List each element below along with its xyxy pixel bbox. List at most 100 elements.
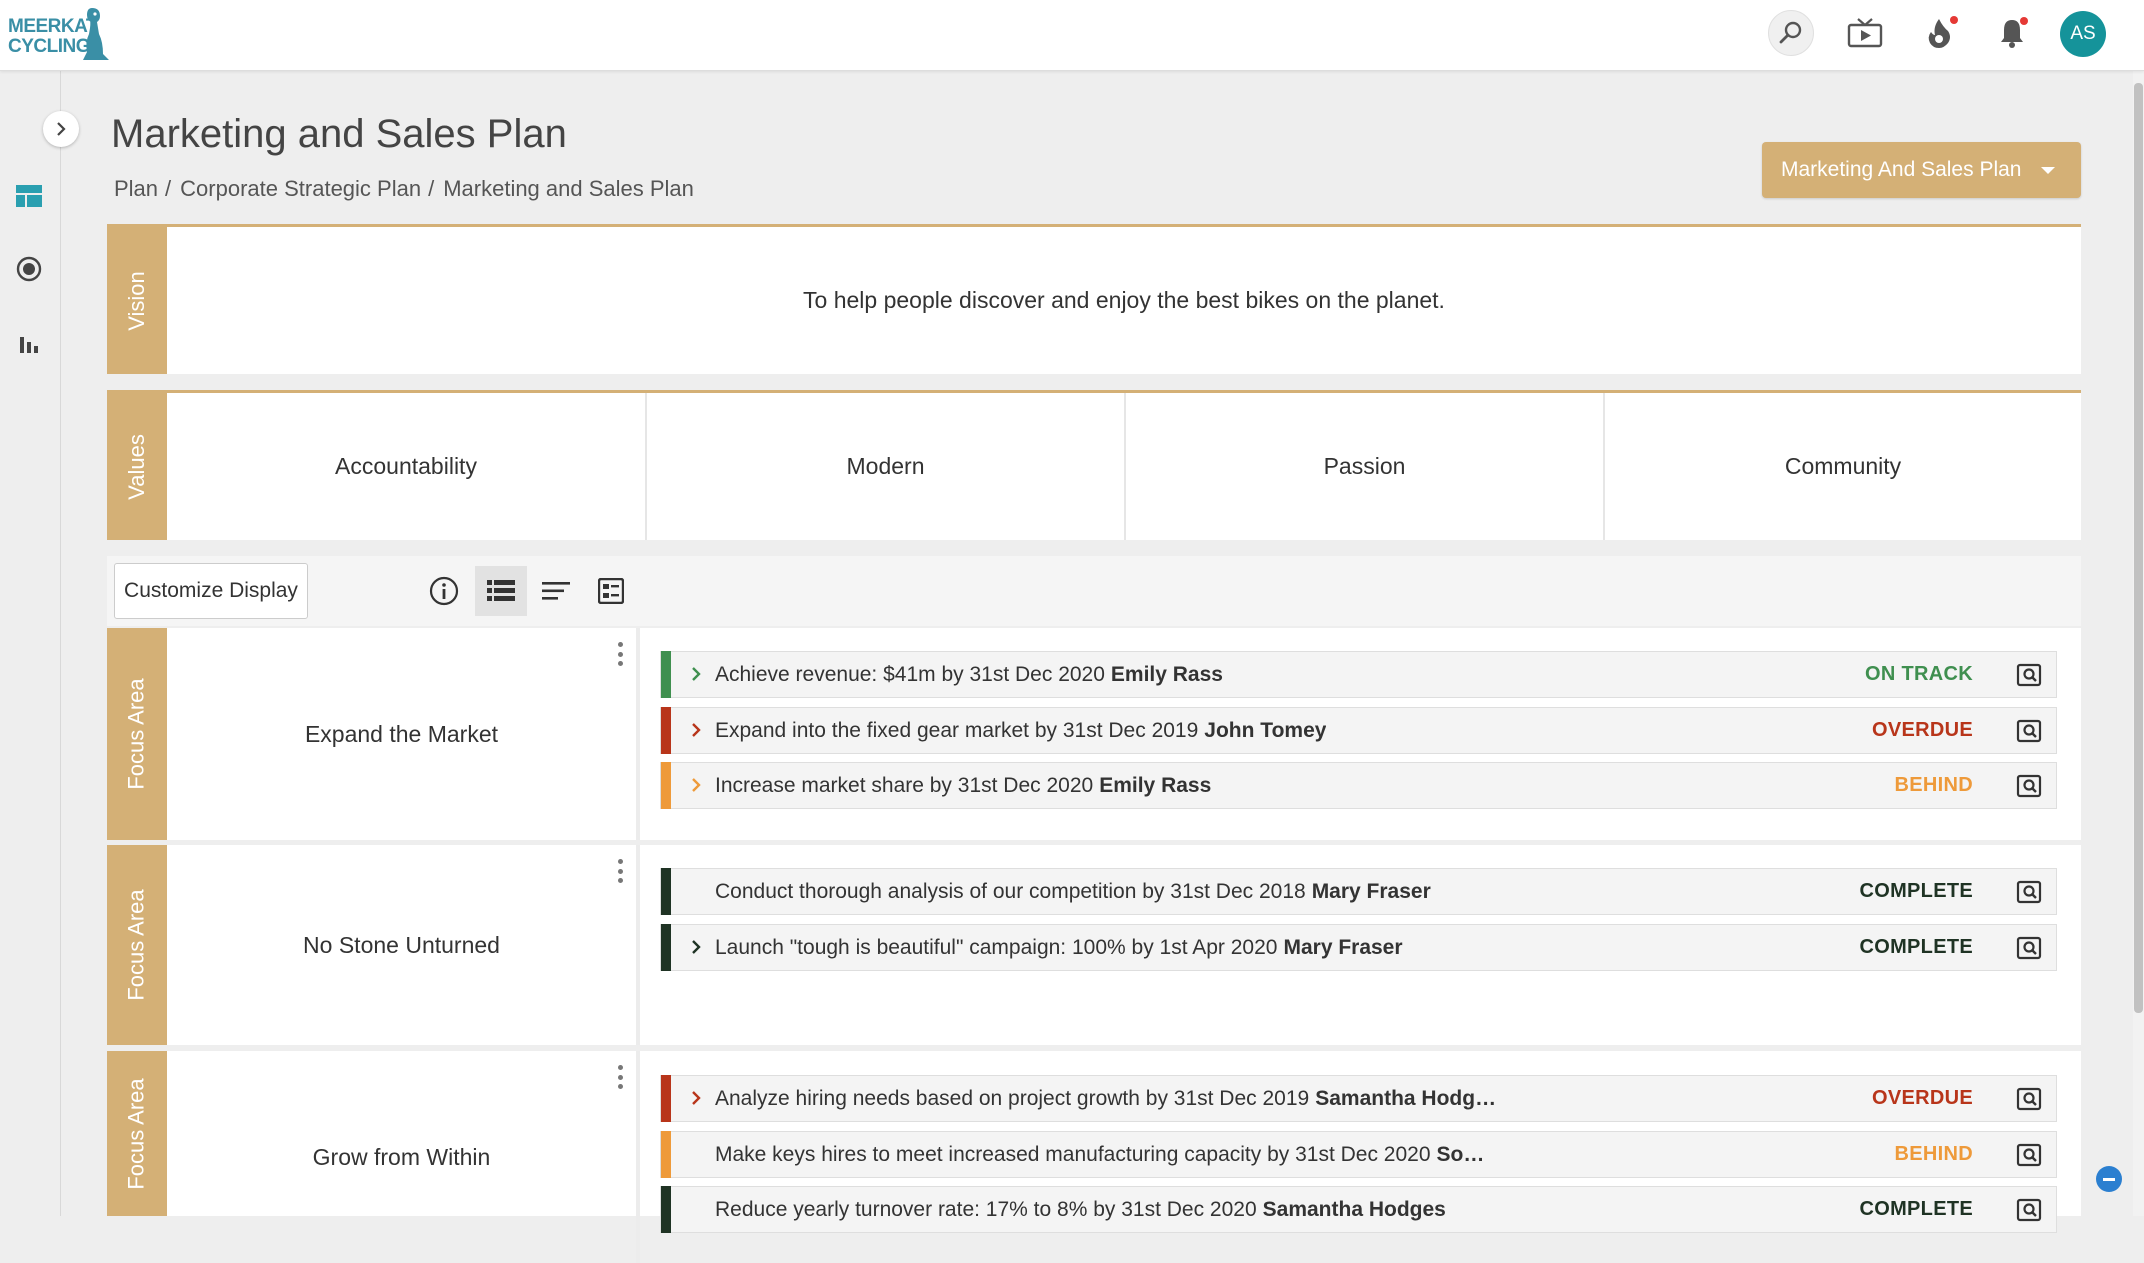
meerkat-icon (83, 8, 109, 60)
view-details-icon[interactable] (2016, 1086, 2042, 1112)
caret-down-icon (2041, 167, 2055, 174)
flame-icon (1928, 19, 1950, 48)
minus-icon (2103, 1177, 2115, 1181)
objective-row[interactable]: Conduct thorough analysis of our competi… (660, 868, 2057, 915)
notification-dot (2020, 17, 2028, 25)
focus-area-name: No Stone Unturned (167, 845, 640, 1045)
status-color-bar (661, 924, 671, 971)
chevron-right-icon[interactable] (688, 722, 704, 738)
objective-row[interactable]: Achieve revenue: $41m by 31st Dec 2020 Em… (660, 651, 2057, 698)
status-color-bar (661, 868, 671, 915)
objective-text[interactable]: Make keys hires to meet increased manufa… (715, 1132, 1484, 1177)
search-icon (1779, 21, 1802, 44)
kebab-menu-icon[interactable] (616, 642, 624, 666)
breadcrumb-item-plan[interactable]: Plan (114, 176, 158, 202)
objective-row[interactable]: Launch "tough is beautiful" campaign: 10… (660, 924, 2057, 971)
chevron-right-icon[interactable] (688, 777, 704, 793)
breadcrumb-separator: / (165, 176, 172, 201)
objective-owner: Samantha Hodges (1262, 1197, 1446, 1221)
view-details-icon[interactable] (2016, 1197, 2042, 1223)
objective-row[interactable]: Reduce yearly turnover rate: 17% to 8% b… (660, 1186, 2057, 1233)
customize-display-button[interactable]: Customize Display (114, 563, 308, 619)
compact-view-button[interactable] (530, 566, 582, 616)
notification-dot (1950, 16, 1958, 24)
plan-view-nav[interactable] (14, 181, 44, 211)
vision-statement: To help people discover and enjoy the be… (803, 287, 1445, 313)
focus-area-title: No Stone Unturned (303, 931, 500, 958)
kebab-menu-icon[interactable] (616, 1065, 624, 1089)
compact-view-icon (542, 582, 570, 600)
display-toolbar: Customize Display (107, 556, 2081, 626)
objective-row[interactable]: Analyze hiring needs based on project gr… (660, 1075, 2057, 1122)
status-badge: COMPLETE (1859, 936, 1973, 958)
list-view-button[interactable] (475, 566, 527, 616)
status-badge: BEHIND (1894, 774, 1973, 796)
view-details-icon[interactable] (2016, 662, 2042, 688)
page-title: Marketing and Sales Plan (111, 112, 567, 156)
view-details-icon[interactable] (2016, 718, 2042, 744)
top-bar: MEERKAT CYCLING AS (0, 0, 2144, 71)
chevron-right-icon[interactable] (688, 939, 704, 955)
card-view-icon (598, 578, 624, 604)
objective-owner: Emily Rass (1110, 662, 1223, 686)
breadcrumb-separator: / (428, 176, 435, 201)
status-color-bar (661, 1075, 671, 1122)
objective-row[interactable]: Increase market share by 31st Dec 2020 Em… (660, 762, 2057, 809)
chevron-right-icon[interactable] (688, 666, 704, 682)
expand-sidebar-button[interactable] (43, 111, 79, 147)
value-passion: Passion (1124, 393, 1603, 540)
objective-owner: Mary Fraser (1311, 879, 1431, 903)
dashboard-grid-icon (16, 185, 42, 207)
chevron-right-icon (57, 122, 66, 136)
tv-button[interactable] (1842, 10, 1888, 56)
objective-text[interactable]: Expand into the fixed gear market by 31s… (715, 708, 1326, 753)
objective-row[interactable]: Make keys hires to meet increased manufa… (660, 1131, 2057, 1178)
search-button[interactable] (1768, 10, 1814, 56)
objective-owner: Emily Rass (1099, 773, 1212, 797)
values-section: Values Accountability Modern Passion Com… (107, 390, 2081, 540)
objective-text[interactable]: Analyze hiring needs based on project gr… (715, 1076, 1496, 1121)
collapse-chat-button[interactable] (2096, 1166, 2122, 1192)
value-accountability: Accountability (335, 453, 477, 479)
objective-owner: So… (1436, 1142, 1485, 1166)
chevron-right-icon[interactable] (688, 1090, 704, 1106)
left-sidebar (0, 71, 61, 1216)
whats-new-button[interactable] (1916, 10, 1962, 56)
objective-owner: Mary Fraser (1283, 935, 1403, 959)
view-details-icon[interactable] (2016, 935, 2042, 961)
objective-row[interactable]: Expand into the fixed gear market by 31s… (660, 707, 2057, 754)
status-badge: COMPLETE (1859, 1198, 1973, 1220)
avatar[interactable]: AS (2060, 11, 2106, 57)
plan-selector-dropdown[interactable]: Marketing And Sales Plan (1762, 142, 2081, 198)
app-logo[interactable]: MEERKAT CYCLING (6, 6, 109, 62)
objective-text[interactable]: Conduct thorough analysis of our competi… (715, 869, 1431, 914)
status-color-bar (661, 762, 671, 809)
objective-text[interactable]: Increase market share by 31st Dec 2020 Em… (715, 763, 1211, 808)
value-modern: Modern (645, 393, 1124, 540)
scrollbar-thumb[interactable] (2134, 83, 2143, 1013)
goals-nav[interactable] (14, 254, 44, 284)
page-scrollbar[interactable] (2133, 71, 2144, 1216)
vision-label: Vision (107, 227, 167, 374)
kebab-menu-icon[interactable] (616, 859, 624, 883)
card-view-button[interactable] (585, 566, 637, 616)
view-details-icon[interactable] (2016, 879, 2042, 905)
status-badge: OVERDUE (1871, 719, 1973, 741)
reports-nav[interactable] (14, 328, 44, 358)
breadcrumb: Plan / Corporate Strategic Plan / Market… (114, 176, 694, 202)
objective-text[interactable]: Achieve revenue: $41m by 31st Dec 2020 Em… (715, 652, 1223, 697)
objective-text[interactable]: Reduce yearly turnover rate: 17% to 8% b… (715, 1187, 1446, 1232)
list-view-icon (487, 580, 515, 601)
status-badge: OVERDUE (1871, 1087, 1973, 1109)
focus-area-label: Focus Area (107, 1051, 167, 1216)
focus-area-label: Focus Area (107, 628, 167, 840)
focus-area-name: Expand the Market (167, 628, 640, 840)
breadcrumb-item-corporate[interactable]: Corporate Strategic Plan (180, 176, 421, 202)
notifications-button[interactable] (1989, 10, 2035, 56)
view-details-icon[interactable] (2016, 1142, 2042, 1168)
status-color-bar (661, 1186, 671, 1233)
info-button[interactable] (418, 566, 470, 616)
objective-text[interactable]: Launch "tough is beautiful" campaign: 10… (715, 925, 1403, 970)
focus-area-title: Grow from Within (312, 1143, 491, 1170)
view-details-icon[interactable] (2016, 773, 2042, 799)
